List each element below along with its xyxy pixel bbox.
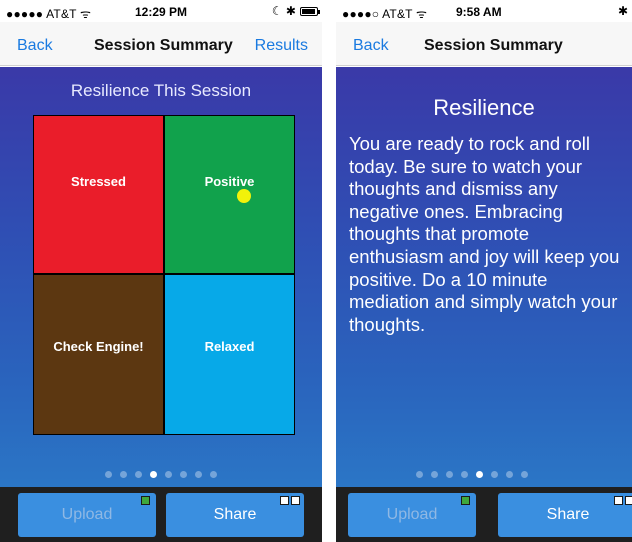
page-dot[interactable]	[446, 471, 453, 478]
page-dot[interactable]	[135, 471, 142, 478]
page-indicator[interactable]	[416, 471, 528, 478]
navigation-bar: Back Session Summary Results	[0, 22, 322, 66]
upload-button[interactable]: Upload	[18, 493, 156, 537]
quadrant-label-relaxed: Relaxed	[204, 339, 255, 354]
share-status-indicator	[280, 496, 300, 505]
status-icons: ☾ ✱	[271, 4, 320, 18]
resilience-description: You are ready to rock and roll today. Be…	[349, 133, 620, 335]
carrier-signal: ●●●●○ AT&T ᯤ	[342, 7, 428, 21]
page-title: Session Summary	[424, 37, 563, 54]
upload-button-label: Upload	[61, 506, 113, 523]
phone-screen-left: ●●●●● AT&T ᯤ 12:29 PM ☾ ✱ Back Session S…	[0, 0, 322, 542]
quadrant-positive: Positive	[165, 116, 294, 273]
moon-bluetooth-icon: ☾ ✱	[271, 4, 296, 18]
quadrant-label-stressed: Stressed	[71, 174, 126, 189]
page-dot[interactable]	[461, 471, 468, 478]
page-indicator[interactable]	[0, 471, 322, 478]
page-dot-active[interactable]	[476, 471, 483, 478]
bluetooth-icon: ✱	[617, 4, 628, 18]
status-icons: ✱	[618, 4, 628, 18]
share-button[interactable]: Share	[166, 493, 304, 537]
quadrant-label-check-engine: Check Engine!	[53, 339, 144, 354]
resilience-title: Resilience	[433, 95, 535, 120]
share-button-label: Share	[546, 506, 590, 523]
phone-screen-right: ●●●●○ AT&T ᯤ 9:58 AM ✱ Back Session Summ…	[336, 0, 632, 542]
session-title: Resilience This Session	[70, 81, 252, 100]
page-dot[interactable]	[120, 471, 127, 478]
upload-button-label: Upload	[386, 506, 438, 523]
share-status-indicator	[614, 496, 632, 505]
page-dot[interactable]	[521, 471, 528, 478]
page-dot[interactable]	[431, 471, 438, 478]
page-dot-active[interactable]	[150, 471, 157, 478]
quadrant-relaxed: Relaxed	[165, 275, 294, 434]
results-button[interactable]: Results	[255, 37, 308, 55]
battery-icon	[300, 6, 320, 16]
back-button[interactable]: Back	[17, 37, 53, 55]
bottom-toolbar: Upload Share	[0, 487, 322, 542]
status-time: 9:58 AM	[456, 5, 502, 19]
session-content[interactable]: Resilience This Session Stressed Positiv…	[0, 67, 322, 487]
upload-status-indicator	[461, 496, 470, 505]
navigation-bar: Back Session Summary	[336, 22, 632, 66]
page-dot[interactable]	[195, 471, 202, 478]
quadrant-stressed: Stressed	[34, 116, 163, 273]
upload-button[interactable]: Upload	[348, 493, 476, 537]
quadrant-check-engine: Check Engine!	[34, 275, 163, 434]
quadrant-label-positive: Positive	[204, 174, 255, 189]
back-button[interactable]: Back	[353, 37, 389, 55]
upload-status-indicator	[141, 496, 150, 505]
share-button-label: Share	[213, 506, 257, 523]
page-dot[interactable]	[416, 471, 423, 478]
page-dot[interactable]	[105, 471, 112, 478]
page-dot[interactable]	[491, 471, 498, 478]
page-title: Session Summary	[94, 37, 233, 54]
status-bar: ●●●●○ AT&T ᯤ 9:58 AM ✱	[336, 0, 632, 22]
share-button[interactable]: Share	[498, 493, 632, 537]
page-dot[interactable]	[210, 471, 217, 478]
page-dot[interactable]	[165, 471, 172, 478]
resilience-quadrant-grid: Stressed Positive Check Engine! Relaxed	[33, 115, 295, 435]
bottom-toolbar: Upload Share	[336, 487, 632, 542]
page-dot[interactable]	[180, 471, 187, 478]
session-marker-dot	[237, 189, 251, 203]
carrier-signal: ●●●●● AT&T ᯤ	[6, 7, 92, 21]
resilience-content[interactable]: Resilience You are ready to rock and rol…	[336, 67, 632, 487]
page-dot[interactable]	[506, 471, 513, 478]
status-time: 12:29 PM	[135, 5, 188, 19]
status-bar: ●●●●● AT&T ᯤ 12:29 PM ☾ ✱	[0, 0, 322, 22]
